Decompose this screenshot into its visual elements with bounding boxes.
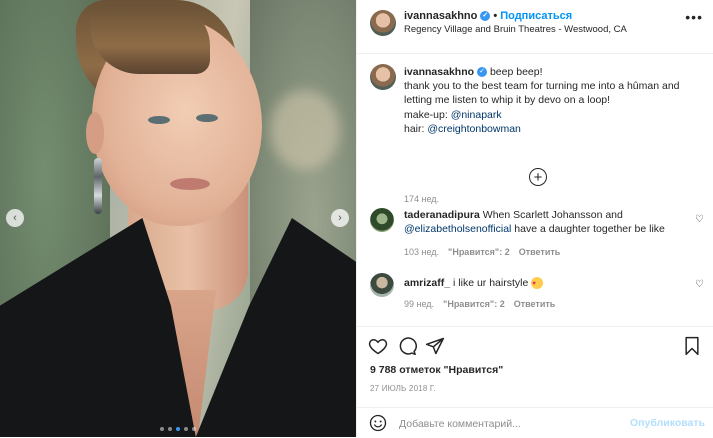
comment-meta: 103 нед. "Нравится": 2 Ответить bbox=[404, 247, 569, 257]
post-actions-bar bbox=[357, 326, 713, 367]
avatar[interactable] bbox=[370, 208, 394, 232]
post-photo: ‹ › bbox=[0, 0, 356, 437]
like-heart-icon[interactable] bbox=[368, 336, 388, 356]
publish-button[interactable]: Опубликовать bbox=[630, 417, 705, 429]
comment-username[interactable]: amrizaff_ bbox=[404, 277, 450, 289]
reply-button[interactable]: Ответить bbox=[519, 247, 561, 257]
follow-button[interactable]: Подписаться bbox=[500, 10, 572, 22]
comment-meta: 99 нед. "Нравится": 2 Ответить bbox=[404, 299, 564, 309]
post-header: ivannasakhno ✓ • Подписаться Regency Villag… bbox=[357, 0, 713, 54]
previous-photo-button[interactable]: ‹ bbox=[6, 209, 24, 227]
avatar[interactable] bbox=[370, 64, 396, 90]
caption-username[interactable]: ivannasakhno bbox=[404, 66, 474, 78]
more-options-icon[interactable]: ••• bbox=[685, 9, 703, 25]
plus-icon: + bbox=[533, 168, 543, 186]
post-date: 27 ИЮЛЬ 2018 Г. bbox=[370, 384, 436, 393]
mention-link[interactable]: @creightonbowman bbox=[427, 123, 521, 135]
emoji-picker-icon[interactable] bbox=[369, 414, 387, 432]
likes-count[interactable]: 9 788 отметок "Нравится" bbox=[370, 364, 503, 376]
avatar[interactable] bbox=[370, 10, 396, 36]
chevron-left-icon: ‹ bbox=[13, 212, 17, 224]
save-bookmark-icon[interactable] bbox=[683, 336, 701, 356]
reply-button[interactable]: Ответить bbox=[514, 299, 556, 309]
heart-eyes-emoji-icon bbox=[531, 277, 544, 291]
location-link[interactable]: Regency Village and Bruin Theatres - Wes… bbox=[404, 24, 627, 35]
comment-timestamp[interactable]: 103 нед. bbox=[404, 247, 439, 257]
comment-likes[interactable]: "Нравится": 2 bbox=[443, 299, 505, 309]
carousel-dot bbox=[184, 427, 188, 431]
caption-line-2: thank you to the best team for turning m… bbox=[404, 80, 680, 107]
load-more-comments-button[interactable]: + bbox=[529, 168, 547, 186]
mention-link[interactable]: @elizabetholsenofficial bbox=[404, 223, 511, 235]
like-comment-heart-icon[interactable]: ♡ bbox=[695, 214, 704, 225]
verified-badge-icon: ✓ bbox=[480, 11, 491, 22]
caption-line-1: beep beep! bbox=[489, 66, 543, 78]
comment-bubble-icon[interactable] bbox=[397, 336, 417, 356]
like-comment-heart-icon[interactable]: ♡ bbox=[695, 279, 704, 290]
mention-link[interactable]: @ninapark bbox=[451, 109, 502, 121]
comment-timestamp[interactable]: 99 нед. bbox=[404, 299, 434, 309]
comment-likes[interactable]: "Нравится": 2 bbox=[448, 247, 510, 257]
post-dialog: ‹ › ivannasakhno ✓ • Подписаться Regency Vi… bbox=[0, 0, 713, 437]
comment-username[interactable]: taderanadipura bbox=[404, 209, 480, 221]
comment-composer: Опубликовать bbox=[357, 407, 713, 438]
post-sidebar: ivannasakhno ✓ • Подписаться Regency Villag… bbox=[356, 0, 713, 437]
share-paper-plane-icon[interactable] bbox=[425, 336, 445, 356]
avatar[interactable] bbox=[370, 273, 394, 297]
verified-badge-icon: ✓ bbox=[477, 67, 488, 78]
carousel-dot bbox=[160, 427, 164, 431]
carousel-dot bbox=[192, 427, 196, 431]
author-username[interactable]: ivannasakhno bbox=[404, 10, 477, 22]
carousel-dot bbox=[176, 427, 180, 431]
next-photo-button[interactable]: › bbox=[331, 209, 349, 227]
carousel-indicator bbox=[0, 427, 356, 431]
earring bbox=[94, 158, 102, 214]
carousel-dot bbox=[168, 427, 172, 431]
chevron-right-icon: › bbox=[338, 212, 342, 224]
comment-input[interactable] bbox=[397, 414, 631, 434]
caption-timestamp[interactable]: 174 нед. bbox=[404, 194, 439, 204]
